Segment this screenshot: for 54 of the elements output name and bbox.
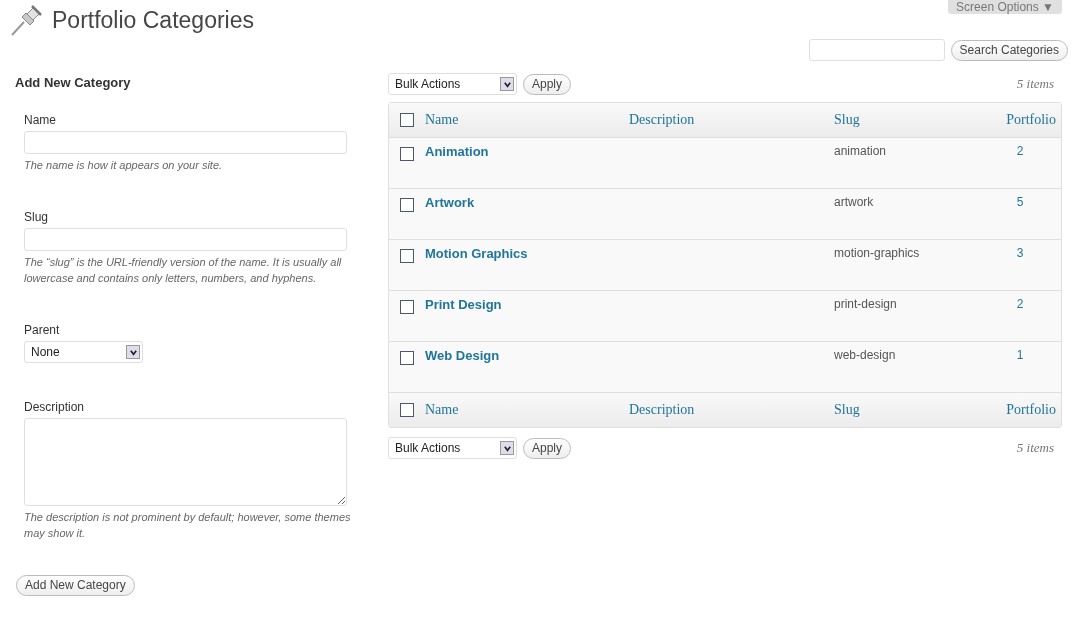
portfolio-count-link[interactable]: 2 bbox=[984, 144, 1056, 188]
column-header[interactable]: Portfolio bbox=[984, 402, 1056, 418]
slug-cell-text: web-design bbox=[834, 348, 897, 364]
bulk-actions-dropdown[interactable]: Bulk Actions bbox=[388, 437, 517, 459]
slug-cell-text: artwork bbox=[834, 195, 875, 211]
input-field[interactable] bbox=[24, 228, 347, 251]
portfolio-count-link[interactable]: 5 bbox=[984, 195, 1056, 239]
parent-dropdown[interactable]: None bbox=[24, 341, 143, 363]
description-field[interactable] bbox=[24, 418, 347, 506]
column-header[interactable]: Description bbox=[629, 112, 834, 128]
form-heading: Add New Category bbox=[15, 75, 132, 90]
checkbox[interactable] bbox=[400, 300, 414, 314]
pushpin-icon bbox=[10, 3, 44, 37]
add-category-button[interactable]: Add New Category bbox=[16, 574, 135, 596]
checkbox[interactable] bbox=[400, 198, 414, 212]
portfolio-count-link[interactable]: 3 bbox=[984, 246, 1056, 290]
field-hint: The name is how it appears on your site. bbox=[24, 158, 224, 173]
field-hint: The “slug” is the URL-friendly version of the name. It is usually all lowercase and contains only letters, numbers, and hyphens. bbox=[24, 255, 343, 286]
column-header[interactable]: Description bbox=[629, 402, 834, 418]
screen-options-tab[interactable]: Screen Options ▼ bbox=[948, 0, 1062, 14]
column-header[interactable]: Name bbox=[425, 112, 629, 128]
field-label: Parent bbox=[24, 323, 61, 337]
input-field[interactable] bbox=[24, 131, 347, 154]
apply-button[interactable]: Apply bbox=[523, 73, 572, 95]
field-label: Description bbox=[24, 400, 86, 414]
slug-cell-text: animation bbox=[834, 144, 888, 160]
checkbox[interactable] bbox=[400, 403, 414, 417]
category-name-link[interactable]: Motion Graphics bbox=[425, 246, 629, 290]
column-header[interactable]: Portfolio bbox=[984, 112, 1056, 128]
slug-cell-text: motion-graphics bbox=[834, 246, 921, 262]
checkbox[interactable] bbox=[400, 113, 414, 127]
category-name-link[interactable]: Web Design bbox=[425, 348, 629, 392]
checkbox[interactable] bbox=[400, 249, 414, 263]
checkbox[interactable] bbox=[400, 351, 414, 365]
item-count: 5 items bbox=[1016, 440, 1055, 456]
category-name-link[interactable]: Print Design bbox=[425, 297, 629, 341]
column-header[interactable]: Slug bbox=[834, 112, 984, 128]
apply-button[interactable]: Apply bbox=[523, 437, 572, 459]
page-title: Portfolio Categories bbox=[52, 6, 254, 34]
item-count: 5 items bbox=[1016, 76, 1055, 92]
column-header[interactable]: Name bbox=[425, 402, 629, 418]
checkbox[interactable] bbox=[400, 147, 414, 161]
portfolio-count-link[interactable]: 1 bbox=[984, 348, 1056, 392]
field-hint: The description is not prominent by default; however, some themes may show it. bbox=[24, 510, 352, 541]
category-name-link[interactable]: Animation bbox=[425, 144, 629, 188]
portfolio-count-link[interactable]: 2 bbox=[984, 297, 1056, 341]
search-button[interactable]: Search Categories bbox=[950, 39, 1068, 61]
category-name-link[interactable]: Artwork bbox=[425, 195, 629, 239]
field-label: Slug bbox=[24, 210, 50, 224]
column-header[interactable]: Slug bbox=[834, 402, 984, 418]
field-label: Name bbox=[24, 113, 57, 127]
search-field[interactable] bbox=[808, 39, 945, 61]
slug-cell-text: print-design bbox=[834, 297, 898, 313]
bulk-actions-dropdown[interactable]: Bulk Actions bbox=[388, 73, 517, 95]
